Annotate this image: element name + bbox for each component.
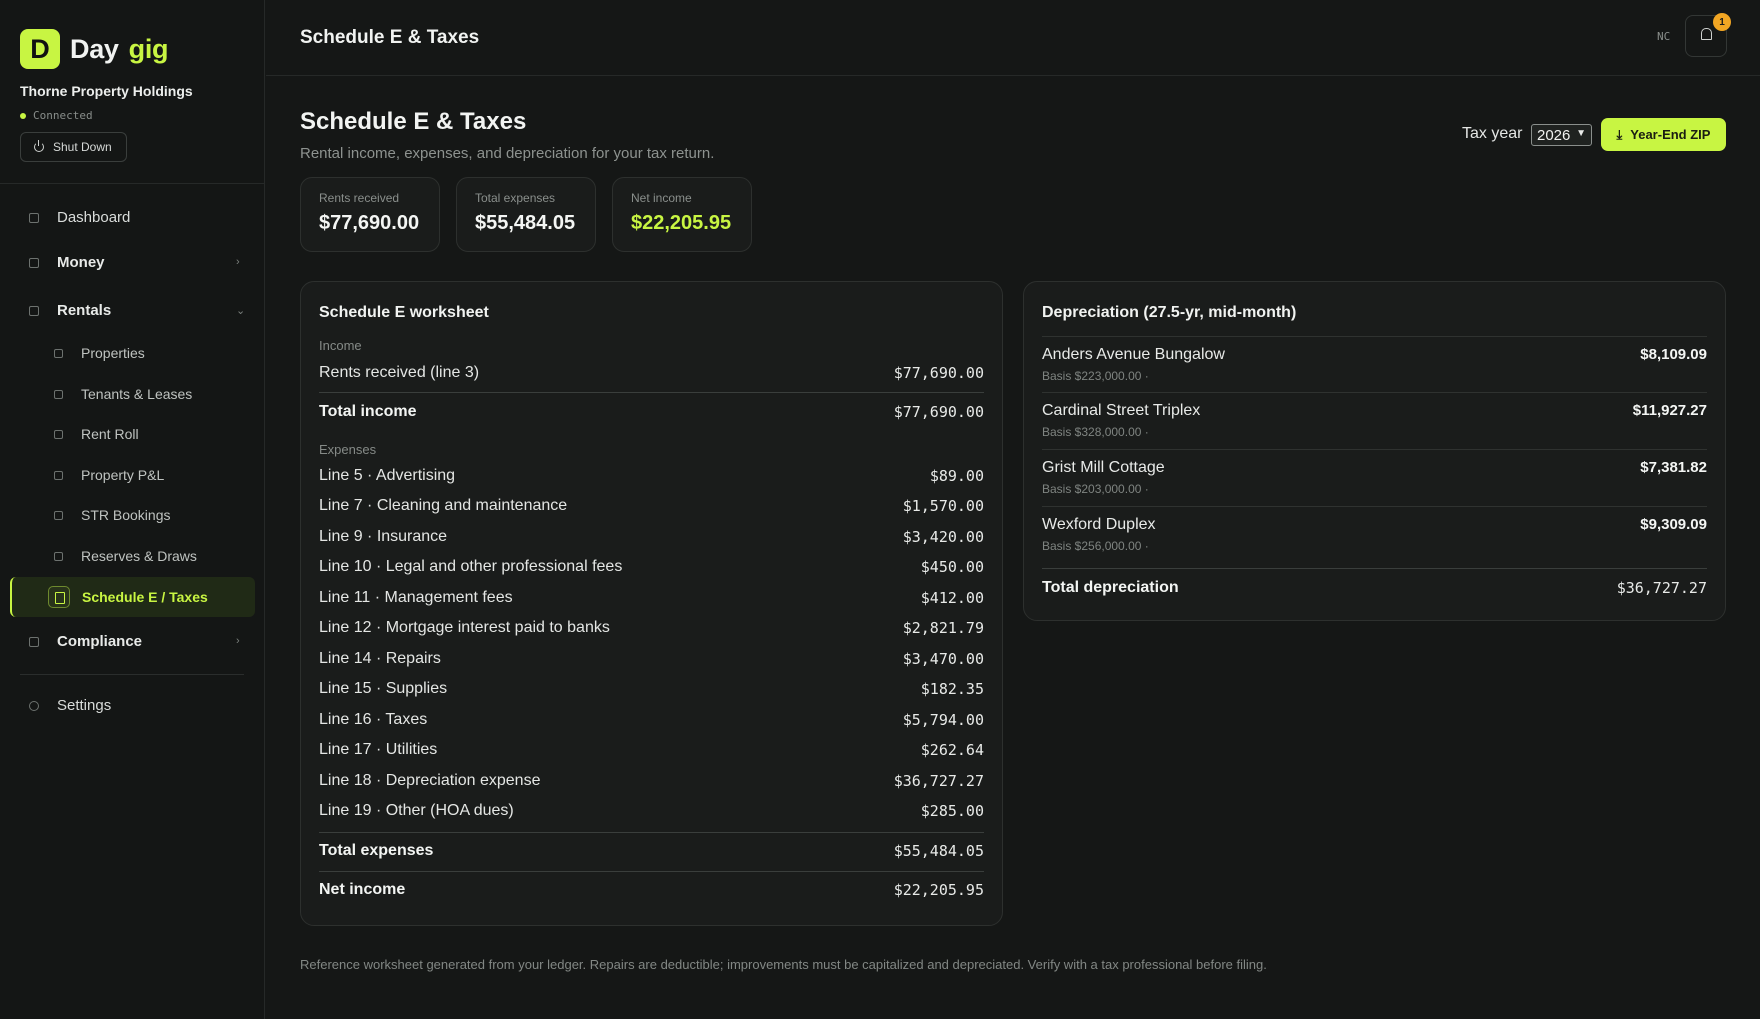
sidebar-item-property-pl[interactable]: Property P&L <box>54 467 164 483</box>
depreciation-row: Anders Avenue Bungalow Basis $223,000.00… <box>1042 346 1707 383</box>
connection-status: Connected <box>20 109 93 122</box>
sidebar-item-properties[interactable]: Properties <box>54 345 145 361</box>
divider <box>1042 449 1707 450</box>
tax-year-label: Tax year <box>1462 125 1523 142</box>
sidebar-item-compliance[interactable]: Compliance <box>29 633 142 650</box>
worksheet-title: Schedule E worksheet <box>319 304 489 321</box>
sidebar-item-money[interactable]: Money <box>29 254 249 271</box>
sidebar: D Day gig Thorne Property Holdings Connec… <box>0 0 265 1019</box>
income-section-label: Income <box>319 338 362 353</box>
topbar-title: Schedule E & Taxes <box>300 27 480 48</box>
expense-row: Line 10 · Legal and other professional f… <box>319 558 984 576</box>
brand-name: Day gig <box>70 33 169 64</box>
divider <box>1042 336 1707 337</box>
document-icon <box>54 389 63 399</box>
sidebar-item-tenants-leases[interactable]: Tenants & Leases <box>54 386 192 402</box>
depreciation-title: Depreciation (27.5-yr, mid-month) <box>1042 304 1297 321</box>
user-initials[interactable]: NC <box>1657 30 1670 43</box>
expense-row: Line 12 · Mortgage interest paid to bank… <box>319 619 984 637</box>
divider <box>319 871 984 872</box>
sidebar-item-rent-roll[interactable]: Rent Roll <box>54 426 139 442</box>
depreciation-panel: Depreciation (27.5-yr, mid-month) Anders… <box>1023 281 1726 621</box>
depreciation-row: Cardinal Street Triplex Basis $328,000.0… <box>1042 402 1707 439</box>
power-icon <box>34 140 44 152</box>
expense-row: Line 15 · Supplies $182.35 <box>319 680 984 698</box>
status-dot-icon <box>20 112 26 119</box>
expense-row: Line 16 · Taxes $5,794.00 <box>319 711 984 729</box>
tax-form-icon <box>48 586 70 608</box>
checklist-icon <box>29 636 39 647</box>
sidebar-item-rentals[interactable]: Rentals <box>29 302 111 319</box>
divider <box>319 832 984 833</box>
depreciation-row: Grist Mill Cottage Basis $203,000.00 · $… <box>1042 459 1707 496</box>
expense-row: Line 18 · Depreciation expense $36,727.27 <box>319 772 984 790</box>
expense-row: Line 14 · Repairs $3,470.00 <box>319 650 984 668</box>
gear-icon <box>29 700 39 711</box>
sidebar-item-dashboard[interactable]: Dashboard <box>29 209 130 226</box>
tax-year-select[interactable]: 2026 ▼ <box>1531 124 1592 146</box>
org-name: Thorne Property Holdings <box>20 83 193 99</box>
total-income-row: Total income $77,690.00 <box>319 403 984 421</box>
expense-row: Line 11 · Management fees $412.00 <box>319 589 984 607</box>
sidebar-item-reserves-draws[interactable]: Reserves & Draws <box>54 548 197 564</box>
brand[interactable]: D Day gig <box>20 29 169 69</box>
chevron-right-icon[interactable]: › <box>236 256 240 268</box>
notification-badge: 1 <box>1713 13 1731 31</box>
chevron-right-icon[interactable]: › <box>236 635 240 647</box>
download-icon: ⤓ <box>1616 126 1623 142</box>
bed-icon <box>54 510 63 520</box>
bank-icon <box>54 551 63 561</box>
divider <box>319 392 984 393</box>
divider <box>1042 392 1707 393</box>
home-icon <box>29 305 39 316</box>
chevron-down-icon: ▼ <box>1576 128 1586 139</box>
top-bar: Schedule E & Taxes NC 1 <box>266 0 1760 76</box>
total-depreciation-row: Total depreciation $36,727.27 <box>1042 579 1707 597</box>
chevron-down-icon[interactable]: ⌄ <box>236 304 245 317</box>
sidebar-item-active-label[interactable]: Schedule E / Taxes <box>82 589 208 605</box>
sidebar-divider <box>20 674 244 675</box>
sidebar-divider <box>0 183 265 184</box>
sidebar-item-str-bookings[interactable]: STR Bookings <box>54 507 170 523</box>
sidebar-item-settings[interactable]: Settings <box>29 697 111 714</box>
total-expenses-row: Total expenses $55,484.05 <box>319 842 984 860</box>
page-subtitle: Rental income, expenses, and depreciatio… <box>300 145 715 162</box>
divider <box>1042 506 1707 507</box>
money-icon <box>29 257 39 268</box>
depreciation-row: Wexford Duplex Basis $256,000.00 · $9,30… <box>1042 516 1707 553</box>
bar-chart-icon <box>54 470 63 480</box>
calendar-icon <box>54 429 63 439</box>
income-row: Rents received (line 3) $77,690.00 <box>319 364 984 382</box>
footnote: Reference worksheet generated from your … <box>300 957 1267 972</box>
logo-icon: D <box>20 29 60 69</box>
year-end-zip-button[interactable]: ⤓ Year-End ZIP <box>1601 118 1726 151</box>
stat-card-rents: Rents received $77,690.00 <box>300 177 440 252</box>
shutdown-button[interactable]: Shut Down <box>20 132 127 162</box>
expense-row: Line 7 · Cleaning and maintenance $1,570.… <box>319 497 984 515</box>
stat-card-expenses: Total expenses $55,484.05 <box>456 177 596 252</box>
expense-row: Line 17 · Utilities $262.64 <box>319 741 984 759</box>
expenses-section-label: Expenses <box>319 442 377 457</box>
divider <box>1042 568 1707 569</box>
house-icon <box>54 348 63 358</box>
net-income-row: Net income $22,205.95 <box>319 881 984 899</box>
expense-row: Line 19 · Other (HOA dues) $285.00 <box>319 802 984 820</box>
bell-icon <box>1701 28 1712 40</box>
page-title: Schedule E & Taxes <box>300 108 527 135</box>
stat-card-net-income: Net income $22,205.95 <box>612 177 752 252</box>
dashboard-icon <box>29 212 39 223</box>
expense-row: Line 5 · Advertising $89.00 <box>319 467 984 485</box>
schedule-e-worksheet: Schedule E worksheet Income Rents receiv… <box>300 281 1003 926</box>
expense-row: Line 9 · Insurance $3,420.00 <box>319 528 984 546</box>
